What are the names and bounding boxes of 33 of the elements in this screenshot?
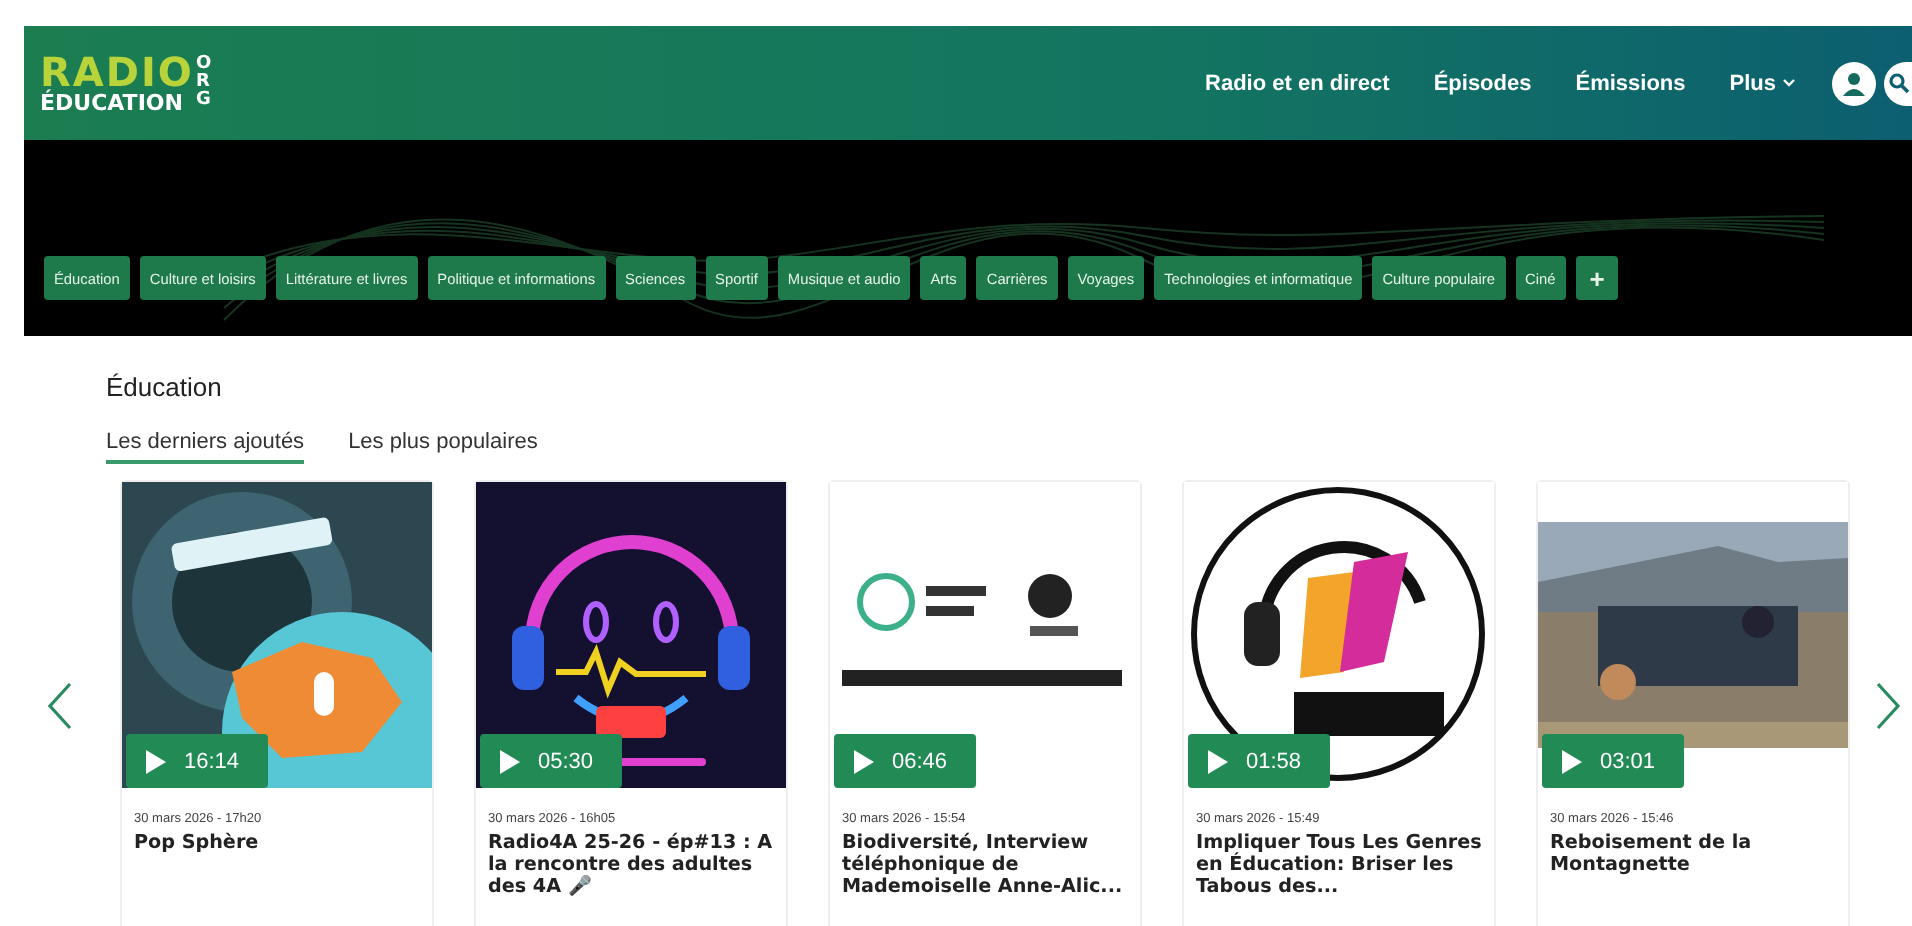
play-button[interactable]: 06:46	[834, 734, 976, 788]
play-icon	[1562, 749, 1582, 773]
episode-title[interactable]: Pop Sphère	[134, 832, 420, 855]
logo-text: RADIO	[40, 52, 194, 92]
play-button[interactable]: 03:01	[1542, 734, 1684, 788]
episode-title[interactable]: Impliquer Tous Les Genres en Éducation: Briser les Tabous des...	[1196, 832, 1482, 899]
tab[interactable]: Les plus populaires	[348, 430, 538, 464]
search-button[interactable]	[1884, 61, 1912, 105]
chevron-down-icon	[1782, 78, 1796, 88]
logo-text: ÉDUCATION	[40, 92, 185, 114]
nav-link[interactable]: Radio et en direct	[1205, 71, 1390, 95]
nav-link[interactable]: Épisodes	[1433, 71, 1532, 95]
play-icon	[1208, 749, 1228, 773]
tab[interactable]: Les derniers ajoutés	[106, 430, 305, 464]
play-icon	[500, 749, 520, 773]
add-button[interactable]: +	[1575, 256, 1619, 300]
section-title: Éducation	[106, 372, 224, 402]
logo-text: ORG	[195, 56, 214, 110]
play-icon	[146, 749, 166, 773]
nav-link[interactable]: Émissions	[1575, 71, 1686, 95]
play-button[interactable]: 16:14	[126, 734, 268, 788]
user-button[interactable]	[1832, 61, 1876, 105]
episode-title[interactable]: Radio4A 25-26 - ép#13 : A la rencontre des adultes des 4A 🎤	[488, 832, 774, 899]
episode-title[interactable]: Biodiversité, Interview téléphonique de Mademoiselle Anne-Alic...	[842, 832, 1128, 899]
play-button[interactable]: 01:58	[1188, 734, 1330, 788]
user-icon	[1840, 69, 1868, 97]
play-button[interactable]: 05:30	[480, 734, 622, 788]
more-menu[interactable]: Plus	[1729, 71, 1796, 95]
chevron-left-icon	[46, 680, 74, 732]
search-icon	[1887, 72, 1909, 94]
play-icon	[854, 749, 874, 773]
chevron-right-icon	[1874, 680, 1902, 732]
episode-title[interactable]: Reboisement de la Montagnette	[1550, 832, 1836, 877]
